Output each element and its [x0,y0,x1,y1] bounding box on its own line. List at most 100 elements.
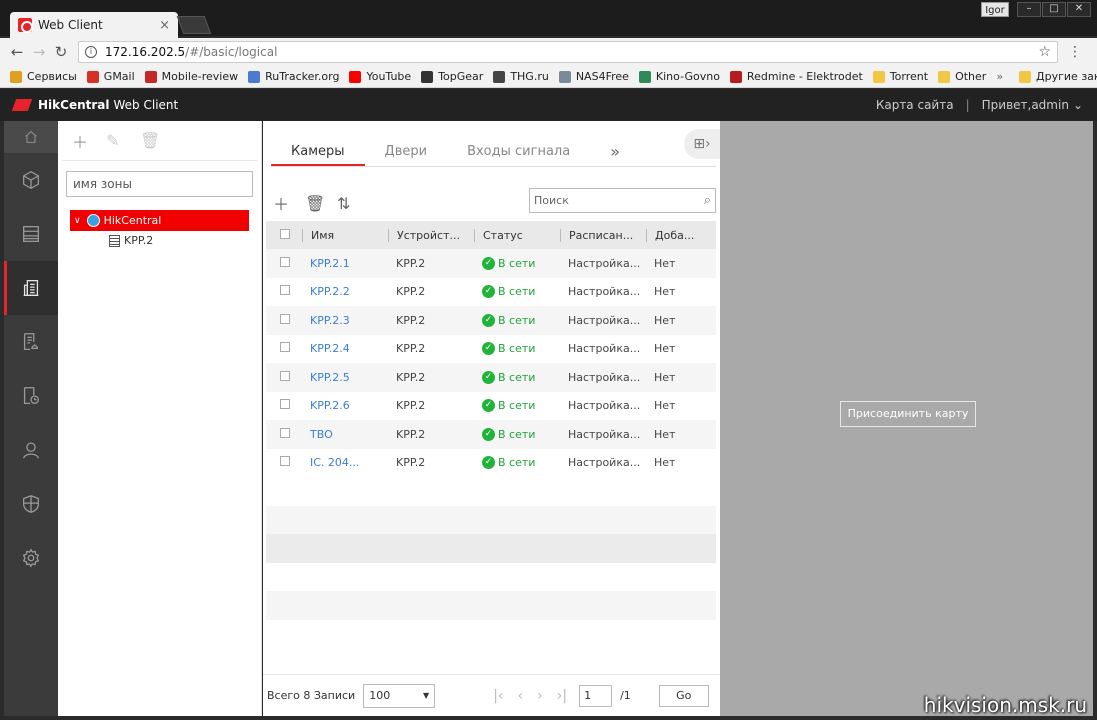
map-toggle-button[interactable]: ⊞› [684,129,720,159]
sidebar-item-schedule[interactable] [4,369,58,423]
sort-icon[interactable]: ⇅ [337,194,369,213]
search-input[interactable] [534,194,704,207]
last-page-icon[interactable]: ›| [557,688,567,704]
other-bookmarks-folder[interactable]: Другие закладки [1019,70,1097,83]
bookmark-rutracker[interactable]: RuTracker.org [248,70,339,83]
bookmark-topgear[interactable]: TopGear [421,70,483,83]
bookmark-youtube[interactable]: YouTube [349,70,411,83]
row-checkbox[interactable] [280,427,290,438]
page-size-select[interactable]: 100 ▼ [363,683,436,708]
camera-name-link[interactable]: TBO [302,428,388,441]
browser-tab[interactable]: Web Client × [10,12,178,38]
bookmark-nas4free[interactable]: NAS4Free [558,70,629,83]
camera-name-link[interactable]: IC. 204... [302,456,388,469]
camera-name-link[interactable]: KPP.2.3 [302,314,388,327]
empty-row [266,563,716,592]
bookmark-thg[interactable]: THG.ru [493,70,549,83]
browser-menu-icon[interactable]: ⋮ [1068,44,1082,60]
close-window-button[interactable]: ✕ [1067,2,1091,17]
back-icon[interactable]: ← [6,43,28,61]
sidebar-item-settings[interactable] [4,531,58,585]
row-checkbox[interactable] [280,342,290,353]
total-pages-label: /1 [620,689,631,702]
next-page-icon[interactable]: › [537,688,543,704]
row-checkbox[interactable] [280,256,290,267]
camera-name-link[interactable]: KPP.2.5 [302,371,388,384]
tab-cameras[interactable]: Камеры [271,139,365,166]
thg-icon [493,70,506,83]
sidebar-item-security[interactable] [4,477,58,531]
table-row[interactable]: TBO KPP.2 ✓ В сети Настройка... Нет [266,420,716,449]
reload-icon[interactable]: ↻ [50,43,72,61]
bookmarks-overflow-button[interactable]: » [996,70,1003,83]
bookmark-gmail[interactable]: GMail [86,70,135,83]
sidebar-item-areas[interactable] [4,261,58,315]
maximize-button[interactable]: □ [1042,2,1066,17]
select-all-checkbox[interactable] [280,228,290,239]
table-row[interactable]: KPP.2.2 KPP.2 ✓ В сети Настройка... Нет [266,278,716,307]
add-camera-icon[interactable]: ＋ [273,191,305,215]
building-icon [109,234,120,247]
row-checkbox[interactable] [280,370,290,381]
camera-name-link[interactable]: KPP.2.1 [302,257,388,270]
row-checkbox[interactable] [280,285,290,296]
chevron-down-icon[interactable]: ⌄ [1073,98,1083,112]
bookmark-folder-other[interactable]: Other [938,70,986,83]
map-area: Присоединить карту [720,121,1093,716]
column-added[interactable]: Доба... [646,228,712,242]
table-row[interactable]: IC. 204... KPP.2 ✓ В сети Настройка... Нет [266,449,716,478]
row-checkbox[interactable] [280,399,290,410]
minimize-button[interactable]: – [1017,2,1041,17]
zone-search-input[interactable] [66,171,253,197]
page-number-input[interactable]: 1 [579,684,613,707]
chevron-down-icon[interactable]: ∨ [74,216,81,226]
column-status[interactable]: Статус [474,228,560,242]
bookmark-folder-torrent[interactable]: Torrent [872,70,928,83]
home-button[interactable] [4,121,58,153]
delete-area-icon[interactable]: 🗑 [140,131,174,150]
first-page-icon[interactable]: |‹ [493,688,503,704]
tab-doors[interactable]: Двери [365,139,448,166]
prev-page-icon[interactable]: ‹ [518,688,524,704]
url-bar[interactable]: i 172.16.202.5/#/basic/logical ☆ [78,41,1058,63]
row-checkbox[interactable] [280,313,290,324]
edit-area-icon[interactable]: ✎ [106,131,140,150]
table-row[interactable]: KPP.2.4 KPP.2 ✓ В сети Настройка... Нет [266,335,716,364]
table-row[interactable]: KPP.2.6 KPP.2 ✓ В сети Настройка... Нет [266,392,716,421]
delete-camera-icon[interactable]: 🗑 [305,194,337,213]
go-button[interactable]: Go [658,684,709,707]
tab-alarm-inputs[interactable]: Входы сигнала [447,139,590,166]
attach-map-button[interactable]: Присоединить карту [840,401,976,427]
search-icon[interactable]: ⌕ [704,193,711,208]
sidebar-item-resources[interactable] [4,153,58,207]
bookmark-mobile-review[interactable]: Mobile-review [144,70,238,83]
add-area-icon[interactable]: ＋ [72,129,106,153]
sitemap-link[interactable]: Карта сайта [876,98,954,112]
forward-icon[interactable]: → [28,43,50,61]
camera-name-link[interactable]: KPP.2.4 [302,342,388,355]
bookmark-star-icon[interactable]: ☆ [1038,44,1051,60]
site-info-icon[interactable]: i [85,46,97,58]
tree-node-kpp2[interactable]: KPP.2 [109,234,153,247]
bookmark-redmine[interactable]: Redmine - Elektrodet [729,70,863,83]
camera-name-link[interactable]: KPP.2.2 [302,285,388,298]
bookmark-kino-govno[interactable]: Kino-Govno [638,70,720,83]
sidebar-item-event-config[interactable] [4,315,58,369]
column-device[interactable]: Устройст... [388,228,474,242]
new-tab-button[interactable] [176,16,212,34]
table-row[interactable]: KPP.2.1 KPP.2 ✓ В сети Настройка... Нет [266,249,716,278]
camera-name-link[interactable]: KPP.2.6 [302,399,388,412]
row-checkbox[interactable] [280,456,290,467]
bookmark-services[interactable]: Сервисы [10,70,77,83]
tab-more[interactable]: » [590,139,640,166]
column-schedule[interactable]: Расписан... [560,228,646,242]
window-user-badge[interactable]: Igor [981,2,1009,17]
sidebar-item-devices[interactable] [4,207,58,261]
column-name[interactable]: Имя [302,228,388,242]
tree-node-root[interactable]: ∨ HikCentral [70,210,249,231]
user-menu[interactable]: Привет,admin [982,98,1069,112]
tab-close-icon[interactable]: × [159,18,170,33]
table-row[interactable]: KPP.2.3 KPP.2 ✓ В сети Настройка... Нет [266,306,716,335]
table-row[interactable]: KPP.2.5 KPP.2 ✓ В сети Настройка... Нет [266,363,716,392]
sidebar-item-persons[interactable] [4,423,58,477]
